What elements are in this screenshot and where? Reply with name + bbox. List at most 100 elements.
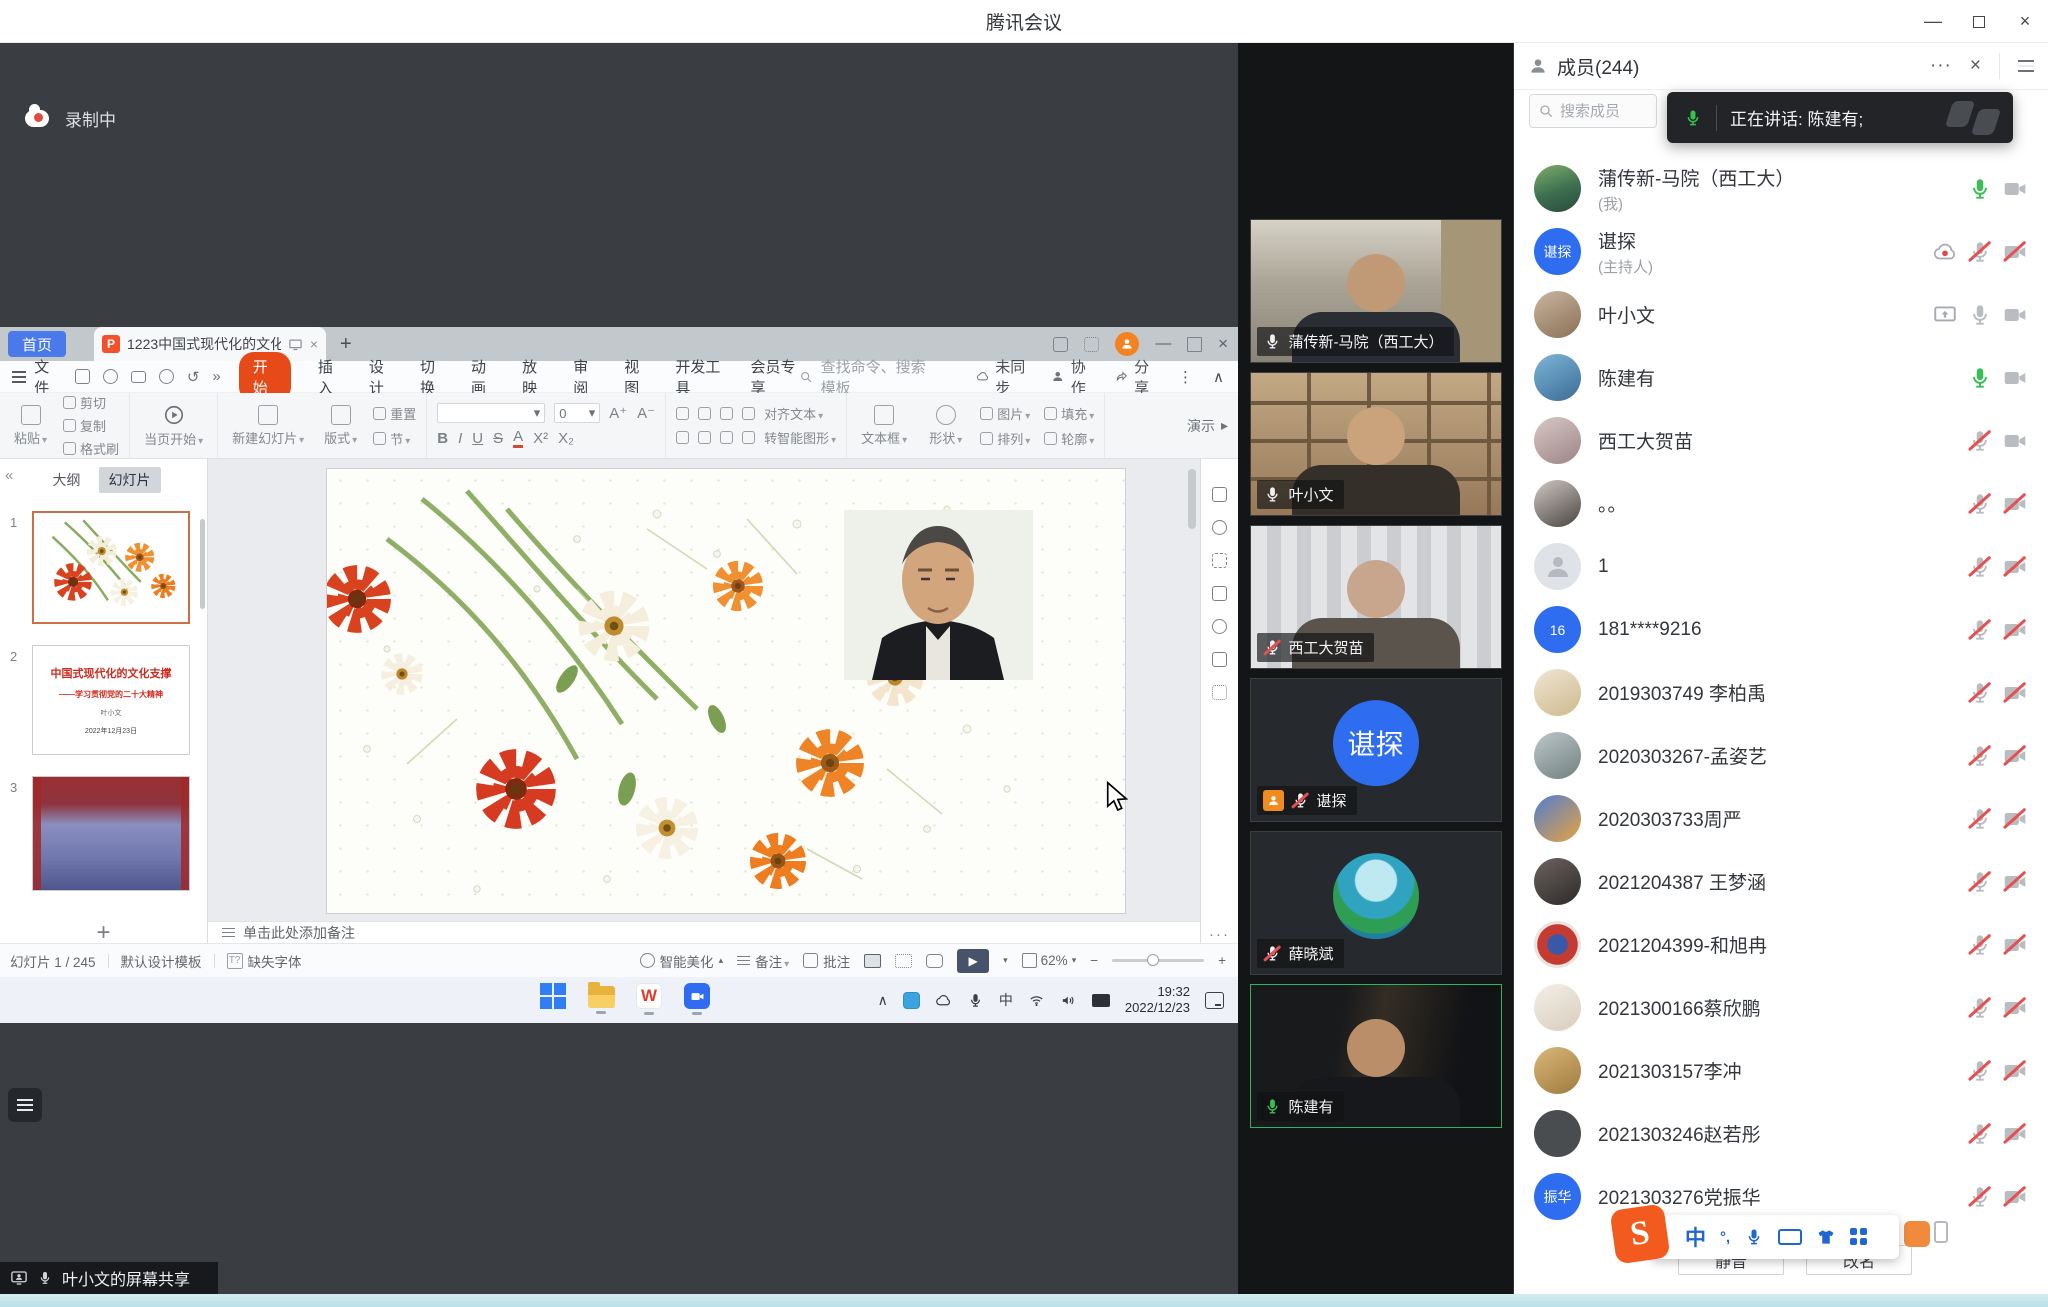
side-tool-icon[interactable] <box>1212 553 1227 568</box>
ime-toolbox-icon[interactable] <box>1850 1228 1868 1246</box>
wps-menu-tab[interactable]: 审阅 <box>573 356 597 398</box>
file-menu[interactable]: 文件 <box>34 356 61 398</box>
copy-button[interactable]: 复制 <box>63 416 119 435</box>
member-search[interactable] <box>1529 94 1657 128</box>
member-row[interactable]: 蒲传新-马院（西工大） (我) <box>1514 157 2048 220</box>
tray-expand-icon[interactable]: ∧ <box>878 992 888 1009</box>
tab-list-icon[interactable] <box>1084 337 1099 352</box>
align-left-icon[interactable] <box>676 431 689 444</box>
split-view-icon[interactable] <box>1053 337 1068 352</box>
font-size-combo[interactable]: 0▾ <box>554 403 600 423</box>
shapes-button[interactable]: 形状 <box>925 405 966 447</box>
indent-decrease-icon[interactable] <box>720 407 733 420</box>
slide-canvas[interactable] <box>208 459 1200 921</box>
member-row[interactable]: 2021303246赵若彤 <box>1514 1102 2048 1165</box>
format-painter-button[interactable]: 格式刷 <box>63 439 119 458</box>
wps-minimize-icon[interactable]: — <box>1155 335 1171 353</box>
member-row[interactable]: 叶小文 <box>1514 283 2048 346</box>
member-row[interactable]: 2021300166蔡欣鹏 <box>1514 976 2048 1039</box>
video-tile[interactable]: 蒲传新-马院（西工大） <box>1250 219 1502 363</box>
member-row[interactable]: 2021204399-和旭冉 <box>1514 913 2048 976</box>
export-icon[interactable] <box>103 369 118 384</box>
ime-voice-icon[interactable] <box>1744 1227 1764 1247</box>
bold-button[interactable]: B <box>437 430 448 447</box>
member-row[interactable]: 谌探 谌探 (主持人) <box>1514 220 2048 283</box>
picture-button[interactable]: 图片 <box>980 404 1030 423</box>
member-row[interactable]: 。。 <box>1514 472 2048 535</box>
normal-view-icon[interactable] <box>864 954 881 968</box>
member-row[interactable]: 2020303733周严 <box>1514 787 2048 850</box>
wps-menu-tab[interactable]: 放映 <box>522 356 546 398</box>
side-more-icon[interactable]: ··· <box>1209 926 1230 943</box>
side-tool-icon[interactable] <box>1212 685 1227 700</box>
maximize-button[interactable] <box>1956 0 2002 43</box>
panel-close-icon[interactable]: × <box>1970 55 1981 77</box>
text-box-button[interactable]: 文本框 <box>857 405 911 447</box>
wps-menu-tab[interactable]: 视图 <box>624 356 648 398</box>
zoom-level[interactable]: 62%▾ <box>1022 953 1077 968</box>
undo-icon[interactable]: ↺ <box>187 368 200 386</box>
wps-menu-tab[interactable]: 会员专享 <box>750 356 798 398</box>
panel-more-icon[interactable]: ··· <box>1930 55 1952 77</box>
wps-home-tab[interactable]: 首页 <box>8 331 66 357</box>
wps-menu-tab[interactable]: 插入 <box>318 356 342 398</box>
missing-font-label[interactable]: 缺失字体 <box>248 951 302 971</box>
wps-account-avatar[interactable] <box>1115 332 1139 356</box>
canvas-scrollbar[interactable] <box>1188 469 1196 529</box>
smart-shape-button[interactable]: 转智能图形 <box>764 428 836 447</box>
minimize-button[interactable]: — <box>1910 0 1956 43</box>
fill-button[interactable]: 填充 <box>1044 404 1094 423</box>
slideshow-play-button[interactable]: ▶ <box>957 949 989 973</box>
member-row[interactable]: 16 181****9216 <box>1514 598 2048 661</box>
command-search[interactable]: 查找命令、搜索模板 <box>799 356 940 398</box>
ime-mode-button[interactable]: 中 <box>1685 1222 1706 1252</box>
panel-scrollbar[interactable] <box>200 519 205 609</box>
side-tool-icon[interactable] <box>1212 487 1227 502</box>
beautify-button[interactable]: 智能美化▴ <box>640 951 724 971</box>
align-right-icon[interactable] <box>720 431 733 444</box>
save-icon[interactable] <box>75 369 90 384</box>
italic-button[interactable]: I <box>458 430 462 447</box>
ime-punctuation-button[interactable]: °, <box>1720 1229 1730 1246</box>
collapse-ribbon-icon[interactable]: ∧ <box>1213 368 1224 386</box>
indent-increase-icon[interactable] <box>742 407 755 420</box>
slide-thumbnail-2[interactable]: 中国式现代化的文化支撑 ——学习贯彻党的二十大精神 叶小文 2022年12月23… <box>32 645 190 755</box>
section-button[interactable]: 节 <box>373 429 416 448</box>
increase-font-icon[interactable]: A⁺ <box>609 404 627 422</box>
wps-menu-tab[interactable]: 动画 <box>471 356 495 398</box>
member-row[interactable]: 2019303749 李柏禹 <box>1514 661 2048 724</box>
wps-menu-tab[interactable]: 设计 <box>369 356 393 398</box>
wps-app-button[interactable]: W <box>634 983 664 1017</box>
member-row[interactable]: 陈建有 <box>1514 346 2048 409</box>
video-tile[interactable]: 薛晓斌 <box>1250 831 1502 975</box>
video-tile[interactable]: 谌探 谌探 <box>1250 678 1502 822</box>
reading-view-icon[interactable] <box>926 954 943 968</box>
member-row[interactable]: 2021303157李冲 <box>1514 1039 2048 1102</box>
speaker-icon[interactable] <box>1060 992 1077 1009</box>
member-row[interactable]: 西工大贺苗 <box>1514 409 2048 472</box>
bullets-icon[interactable] <box>676 407 689 420</box>
sogou-logo-icon[interactable]: S <box>1610 1204 1671 1265</box>
ime-clipboard-icon[interactable] <box>1934 1221 1948 1243</box>
video-tile[interactable]: 叶小文 <box>1250 372 1502 516</box>
wps-close-icon[interactable]: × <box>1218 334 1228 354</box>
zoom-slider[interactable] <box>1112 959 1204 962</box>
layout-button[interactable]: 版式 <box>320 405 361 447</box>
present-tools-label[interactable]: 演示 <box>1187 416 1215 436</box>
member-row[interactable]: 1 <box>1514 535 2048 598</box>
reset-button[interactable]: 重置 <box>373 404 416 423</box>
zoom-out-button[interactable]: − <box>1090 953 1098 968</box>
tray-device-icon[interactable] <box>1092 994 1110 1007</box>
decrease-font-icon[interactable]: A⁻ <box>637 404 655 422</box>
play-from-current-button[interactable]: 当页开始 <box>140 404 207 448</box>
align-text-button[interactable]: 对齐文本 <box>764 404 823 423</box>
slides-tab[interactable]: 幻灯片 <box>99 467 161 493</box>
outline-tab[interactable]: 大纲 <box>47 467 87 493</box>
grid-view-icon[interactable] <box>895 954 912 968</box>
arrange-button[interactable]: 排列 <box>980 429 1030 448</box>
start-button[interactable] <box>538 983 568 1017</box>
wifi-icon[interactable] <box>1028 992 1045 1009</box>
underline-button[interactable]: U <box>472 430 483 447</box>
zoom-in-button[interactable]: + <box>1218 953 1226 968</box>
panel-menu-icon[interactable] <box>2018 60 2034 72</box>
